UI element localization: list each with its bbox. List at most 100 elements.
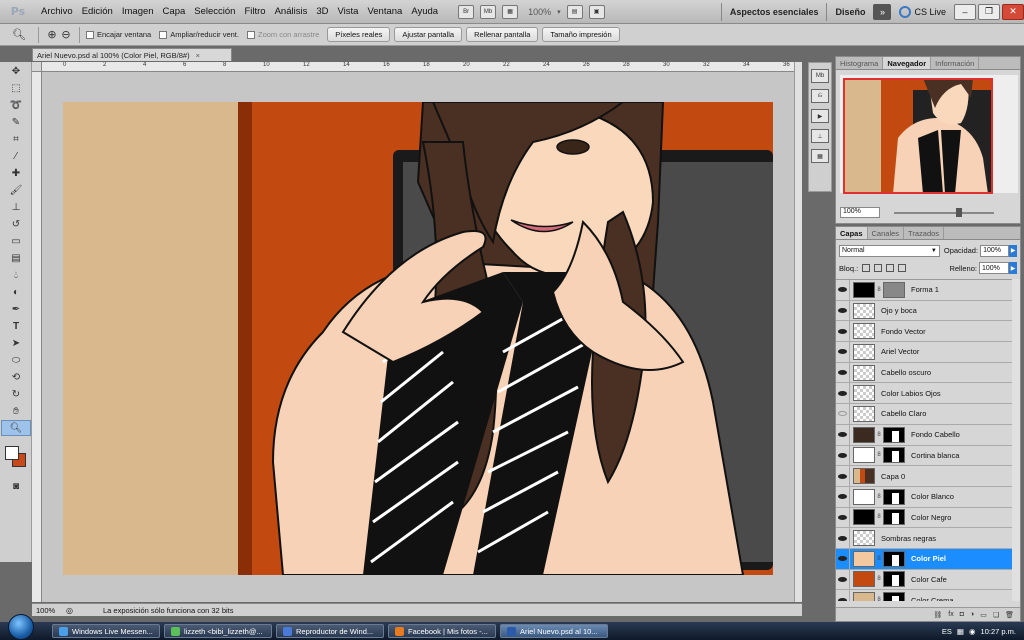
3d-orbit-tool-icon[interactable]: ↻ — [1, 386, 31, 402]
layer-row[interactable]: 8 Forma 1 — [836, 280, 1020, 301]
menu-3d[interactable]: 3D — [316, 6, 328, 17]
fill-slider-button[interactable]: ▶ — [1009, 262, 1017, 274]
layer-mask-thumbnail[interactable] — [883, 447, 905, 464]
taskbar-item[interactable]: Reproductor de Wind... — [276, 624, 384, 638]
zoom-all-windows-checkbox[interactable]: Ampliar/reducir vent. — [159, 30, 239, 39]
screen-mode-button[interactable]: ▣ — [588, 4, 605, 19]
tab-histograma[interactable]: Histograma — [836, 57, 884, 69]
mini-bridge-button[interactable]: Mb — [480, 4, 497, 19]
mask-link-icon[interactable]: 8 — [875, 576, 883, 582]
close-button[interactable]: ✕ — [1002, 3, 1024, 20]
taskbar-item[interactable]: Windows Live Messen... — [52, 624, 160, 638]
cs-live-button[interactable]: CS Live — [899, 5, 946, 18]
blend-mode-select[interactable]: Normal ▼ — [839, 244, 940, 257]
menu-analisis[interactable]: Análisis — [275, 6, 308, 17]
eraser-tool-icon[interactable]: ▭ — [1, 233, 31, 249]
zoom-level-dropdown[interactable]: 100% — [528, 7, 551, 17]
healing-brush-tool-icon[interactable]: ✚ — [1, 165, 31, 181]
fill-screen-button[interactable]: Rellenar pantalla — [466, 27, 539, 42]
arrange-documents-button[interactable]: ▤ — [566, 4, 583, 19]
layer-thumbnail[interactable] — [853, 550, 875, 567]
clock[interactable]: 10:27 p.m. — [981, 627, 1016, 636]
layer-thumbnail[interactable] — [853, 426, 875, 443]
layer-thumbnail[interactable] — [853, 468, 875, 485]
adjustment-layer-icon[interactable]: ◑ — [970, 611, 974, 618]
layer-row[interactable]: Ariel Vector — [836, 341, 1020, 363]
layer-row[interactable]: Fondo Vector — [836, 321, 1020, 343]
tab-navegador[interactable]: Navegador — [883, 57, 932, 69]
marquee-tool-icon[interactable]: ⬚ — [1, 80, 31, 96]
zoom-out-icon[interactable]: ⊖ — [59, 26, 73, 44]
lasso-tool-icon[interactable]: ➰ — [1, 97, 31, 113]
path-selection-tool-icon[interactable]: ➤ — [1, 335, 31, 351]
lock-pixels-icon[interactable] — [874, 264, 883, 272]
move-tool-icon[interactable]: ✥ — [1, 63, 31, 79]
mask-link-icon[interactable]: 8 — [875, 452, 883, 458]
menu-filtro[interactable]: Filtro — [244, 6, 265, 17]
restore-button[interactable]: ❐ — [978, 3, 1000, 20]
quick-selection-tool-icon[interactable]: ✎ — [1, 114, 31, 130]
visibility-eye-icon[interactable] — [836, 341, 850, 362]
layer-thumbnail[interactable] — [853, 281, 875, 298]
opacity-slider-button[interactable]: ▶ — [1009, 244, 1017, 257]
opacity-input[interactable]: 100% — [980, 244, 1010, 257]
3d-rotate-tool-icon[interactable]: ⟲ — [1, 369, 31, 385]
layer-row[interactable]: 8 Color Cafe — [836, 569, 1020, 591]
quick-mask-icon[interactable]: ◙ — [1, 478, 31, 494]
lock-all-icon[interactable] — [898, 264, 907, 272]
layer-thumbnail[interactable] — [853, 530, 875, 547]
type-tool-icon[interactable]: T — [1, 318, 31, 334]
dodge-tool-icon[interactable]: ◐ — [1, 284, 31, 300]
network-icon[interactable]: ▦ — [957, 627, 964, 636]
new-group-icon[interactable]: ▭ — [980, 611, 987, 619]
tab-informacion[interactable]: Información — [931, 57, 980, 69]
mask-link-icon[interactable]: 8 — [875, 287, 883, 293]
layer-style-icon[interactable]: fx — [948, 611, 953, 618]
layer-mask-thumbnail[interactable] — [883, 488, 905, 505]
menu-ayuda[interactable]: Ayuda — [411, 6, 438, 17]
visibility-eye-icon[interactable] — [836, 507, 850, 528]
mask-link-icon[interactable]: 8 — [875, 514, 883, 520]
foreground-color-swatch[interactable] — [5, 446, 19, 460]
layer-thumbnail[interactable] — [853, 592, 875, 601]
layer-thumbnail[interactable] — [853, 323, 875, 340]
menu-seleccion[interactable]: Selección — [194, 6, 235, 17]
close-document-icon[interactable]: × — [196, 51, 200, 60]
layer-thumbnail[interactable] — [853, 385, 875, 402]
mini-bridge-icon[interactable]: Mb — [811, 69, 829, 83]
visibility-eye-icon[interactable] — [836, 466, 850, 487]
visibility-eye-icon[interactable] — [836, 383, 850, 404]
visibility-eye-icon[interactable] — [836, 362, 850, 383]
horizontal-ruler[interactable]: 0 2 4 6 8 10 12 14 16 18 20 22 24 26 28 30 32 34 36 — [42, 62, 802, 72]
mask-link-icon[interactable]: 8 — [875, 597, 883, 601]
lock-transparency-icon[interactable] — [862, 264, 871, 272]
tab-capas[interactable]: Capas — [836, 227, 868, 239]
shape-tool-icon[interactable]: ⬭ — [1, 352, 31, 368]
actions-icon[interactable]: ▶ — [811, 109, 829, 123]
layer-row[interactable]: Capa 0 — [836, 466, 1020, 487]
start-button[interactable] — [8, 614, 34, 640]
mask-link-icon[interactable]: 8 — [875, 556, 883, 562]
menu-capa[interactable]: Capa — [163, 6, 186, 17]
layer-thumbnail[interactable] — [853, 343, 875, 360]
navigator-zoom-input[interactable]: 100% — [840, 207, 880, 218]
layer-mask-thumbnail[interactable] — [883, 571, 905, 588]
layer-row[interactable]: Cabello Claro — [836, 403, 1020, 425]
bridge-button[interactable]: Br — [458, 4, 475, 19]
layer-row[interactable]: 8 Color Blanco — [836, 486, 1020, 508]
visibility-eye-icon[interactable] — [836, 403, 850, 424]
layer-thumbnail[interactable] — [853, 302, 875, 319]
menu-ventana[interactable]: Ventana — [367, 6, 402, 17]
minimize-button[interactable]: – — [954, 3, 976, 20]
visibility-eye-icon[interactable] — [836, 528, 850, 549]
mask-link-icon[interactable]: 8 — [875, 432, 883, 438]
gradient-tool-icon[interactable]: ▤ — [1, 250, 31, 266]
menu-edicion[interactable]: Edición — [82, 6, 113, 17]
zoom-tool-icon[interactable]: 🔍︎ — [1, 420, 31, 436]
zoom-in-icon[interactable]: ⊕ — [45, 26, 59, 44]
layer-mask-thumbnail[interactable] — [883, 509, 905, 526]
layer-row[interactable]: Cabello oscuro — [836, 362, 1020, 384]
layer-row[interactable]: Ojo y boca — [836, 300, 1020, 322]
navigator-view-frame[interactable] — [843, 78, 993, 194]
history-brush-tool-icon[interactable]: ↺ — [1, 216, 31, 232]
